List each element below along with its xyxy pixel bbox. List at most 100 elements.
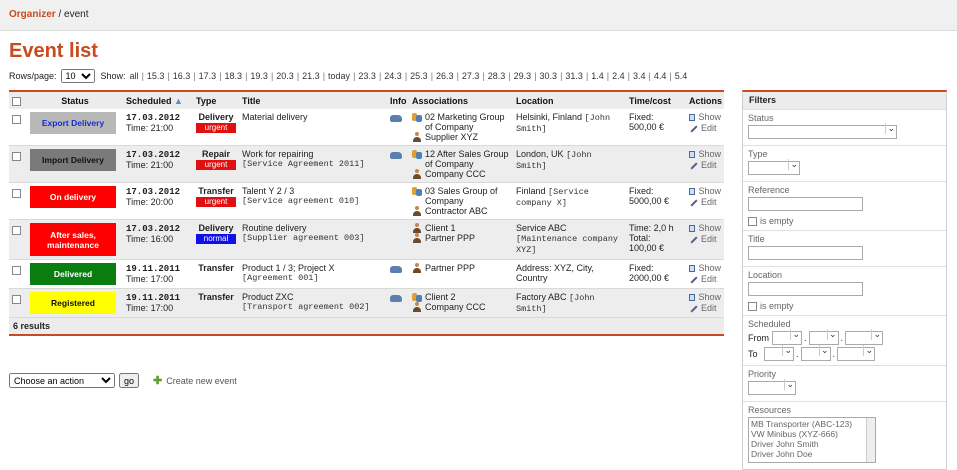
show-date-link[interactable]: 16.3	[173, 71, 191, 81]
filter-reference-input[interactable]	[748, 197, 863, 211]
col-type[interactable]: Type	[193, 91, 239, 109]
from-day-select[interactable]	[772, 329, 802, 345]
edit-button[interactable]: Edit	[689, 197, 721, 208]
association-link[interactable]: 12 After Sales Group of Company	[425, 149, 510, 169]
show-date-link[interactable]: 20.3	[276, 71, 294, 81]
show-date-link[interactable]: 29.3	[514, 71, 532, 81]
row-checkbox[interactable]	[12, 226, 21, 235]
reference-is-empty-label: is empty	[760, 216, 794, 226]
cost-line-2: 5000,00 €	[629, 196, 670, 206]
edit-button[interactable]: Edit	[689, 123, 721, 134]
association-link[interactable]: 02 Marketing Group of Company	[425, 112, 510, 132]
show-date-link[interactable]: 17.3	[199, 71, 217, 81]
show-date-link[interactable]: 21.3	[302, 71, 320, 81]
go-button[interactable]: go	[119, 373, 140, 388]
edit-button[interactable]: Edit	[689, 234, 721, 245]
from-month-select[interactable]	[808, 329, 839, 345]
show-link-separator: |	[560, 71, 563, 81]
association-link[interactable]: Partner PPP	[425, 263, 475, 273]
group-icon	[412, 149, 422, 159]
col-location[interactable]: Location	[513, 91, 626, 109]
show-button[interactable]: Show	[689, 112, 721, 123]
resources-scrollbar[interactable]	[866, 418, 875, 462]
select-all-checkbox[interactable]	[12, 96, 21, 106]
event-title[interactable]: Work for repairing	[242, 149, 384, 159]
location-text: Factory ABC	[516, 292, 567, 302]
show-date-link[interactable]: 28.3	[488, 71, 506, 81]
resource-option[interactable]: Driver John Doe	[751, 449, 873, 459]
show-date-link[interactable]: all	[130, 71, 139, 81]
row-checkbox[interactable]	[12, 115, 21, 124]
event-title[interactable]: Material delivery	[242, 112, 384, 122]
edit-button[interactable]: Edit	[689, 160, 721, 171]
rows-per-page-select[interactable]: 10	[60, 69, 95, 83]
reference-is-empty-checkbox[interactable]	[748, 216, 757, 226]
show-date-link[interactable]: 4.4	[654, 71, 667, 81]
show-date-link[interactable]: 31.3	[565, 71, 583, 81]
show-date-link[interactable]: 25.3	[410, 71, 428, 81]
show-button[interactable]: Show	[689, 149, 721, 160]
edit-button[interactable]: Edit	[689, 274, 721, 285]
action-select[interactable]: Choose an action	[9, 373, 115, 388]
show-date-link[interactable]: 1.4	[591, 71, 604, 81]
event-title[interactable]: Talent Y 2 / 3	[242, 186, 384, 196]
show-button[interactable]: Show	[689, 263, 721, 274]
association-link[interactable]: Company CCC	[425, 169, 486, 179]
show-date-link[interactable]: 30.3	[540, 71, 558, 81]
show-date-link[interactable]: 24.3	[384, 71, 402, 81]
show-button[interactable]: Show	[689, 223, 721, 234]
col-title[interactable]: Title	[239, 91, 387, 109]
row-checkbox[interactable]	[12, 266, 21, 275]
show-date-link[interactable]: 5.4	[675, 71, 688, 81]
association-link[interactable]: Client 2	[425, 292, 456, 302]
col-status[interactable]: Status	[27, 91, 123, 109]
scheduled-date: 17.03.2012	[126, 113, 181, 123]
association-link[interactable]: Contractor ABC	[425, 206, 488, 216]
filter-title-input[interactable]	[748, 246, 863, 260]
person-icon	[412, 169, 422, 179]
location-is-empty-checkbox[interactable]	[748, 301, 757, 311]
show-date-link[interactable]: 23.3	[358, 71, 376, 81]
resource-option[interactable]: MB Transporter (ABC-123)	[751, 419, 873, 429]
show-date-link[interactable]: 27.3	[462, 71, 480, 81]
edit-button[interactable]: Edit	[689, 303, 721, 314]
association-link[interactable]: Client 1	[425, 223, 456, 233]
filter-reference-label: Reference	[748, 185, 790, 195]
event-type: Transfer	[198, 263, 234, 273]
row-checkbox[interactable]	[12, 189, 21, 198]
resource-option[interactable]: Driver John Smith	[751, 439, 873, 449]
row-checkbox[interactable]	[12, 152, 21, 161]
location-text: Helsinki, Finland	[516, 112, 583, 122]
show-date-link[interactable]: today	[328, 71, 350, 81]
show-date-link[interactable]: 2.4	[612, 71, 625, 81]
show-date-link[interactable]: 15.3	[147, 71, 165, 81]
association-link[interactable]: 03 Sales Group of Company	[425, 186, 510, 206]
filter-type-select[interactable]	[748, 159, 800, 175]
association-link[interactable]: Partner PPP	[425, 233, 475, 243]
show-date-link[interactable]: 19.3	[250, 71, 268, 81]
to-month-select[interactable]	[800, 345, 831, 361]
to-year-select[interactable]	[837, 345, 876, 361]
from-year-select[interactable]	[845, 329, 884, 345]
show-button[interactable]: Show	[689, 292, 721, 303]
event-title[interactable]: Product ZXC	[242, 292, 384, 302]
association-link[interactable]: Supplier XYZ	[425, 132, 478, 142]
association-link[interactable]: Company CCC	[425, 302, 486, 312]
show-button[interactable]: Show	[689, 186, 721, 197]
show-date-link[interactable]: 3.4	[633, 71, 646, 81]
show-date-link[interactable]: 26.3	[436, 71, 454, 81]
show-date-link[interactable]: 18.3	[225, 71, 243, 81]
col-scheduled[interactable]: Scheduled ▲	[123, 91, 193, 109]
filter-status-select[interactable]	[748, 123, 897, 139]
priority-badge: urgent	[196, 160, 236, 170]
event-title[interactable]: Routine delivery	[242, 223, 384, 233]
resource-option[interactable]: VW Minibus (XYZ-666)	[751, 429, 873, 439]
breadcrumb-root-link[interactable]: Organizer	[9, 9, 56, 20]
create-new-event-link[interactable]: ✚ Create new event	[153, 374, 237, 387]
resources-listbox[interactable]: MB Transporter (ABC-123) VW Minibus (XYZ-…	[748, 417, 876, 463]
filter-priority-select[interactable]	[748, 379, 796, 395]
filter-location-input[interactable]	[748, 282, 863, 296]
event-title[interactable]: Product 1 / 3; Project X	[242, 263, 384, 273]
to-day-select[interactable]	[764, 345, 794, 361]
row-checkbox[interactable]	[12, 295, 21, 304]
